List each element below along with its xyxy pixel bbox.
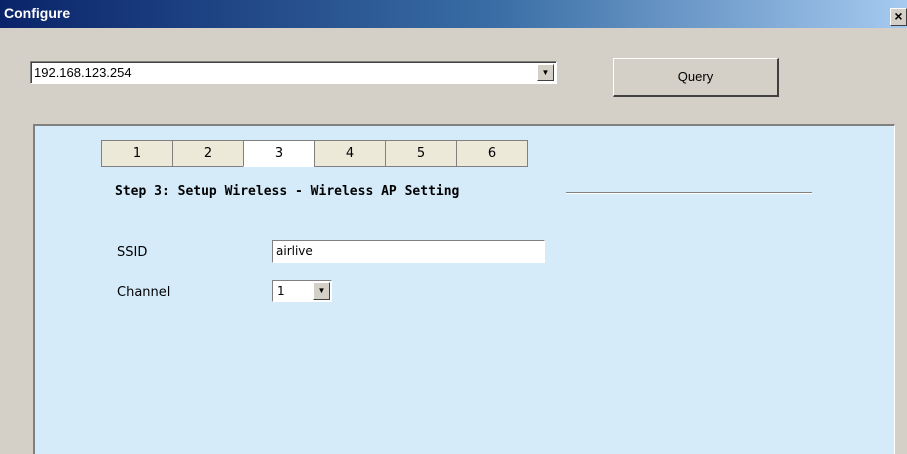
tab-step-1[interactable]: 1 [101,140,173,167]
tab-step-2[interactable]: 2 [172,140,244,167]
channel-select[interactable]: 1 ▼ [272,280,332,302]
channel-value: 1 [277,284,285,298]
dropdown-arrow-button[interactable]: ▼ [537,64,554,81]
tab-step-5[interactable]: 5 [385,140,457,167]
tab-step-6[interactable]: 6 [456,140,528,167]
title-bar: Configure [0,0,907,28]
channel-dropdown-button[interactable]: ▼ [313,282,330,300]
ssid-label: SSID [117,245,148,260]
ssid-input[interactable]: airlive [272,240,545,263]
window-title: Configure [4,5,71,21]
channel-label: Channel [117,285,171,300]
close-icon: × [894,8,903,24]
tab-step-4[interactable]: 4 [314,140,386,167]
tab-step-3[interactable]: 3 [243,140,315,167]
heading-divider [566,192,812,194]
chevron-down-icon: ▼ [541,68,550,77]
close-button[interactable]: × [890,8,907,26]
query-button[interactable]: Query [613,58,779,97]
ip-address-combobox[interactable]: 192.168.123.254 ▼ [30,61,557,84]
step-tabs: 1 2 3 4 5 6 [101,140,528,167]
chevron-down-icon: ▼ [317,286,326,295]
step-heading: Step 3: Setup Wireless - Wireless AP Set… [115,184,460,199]
ip-address-value: 192.168.123.254 [34,65,132,80]
